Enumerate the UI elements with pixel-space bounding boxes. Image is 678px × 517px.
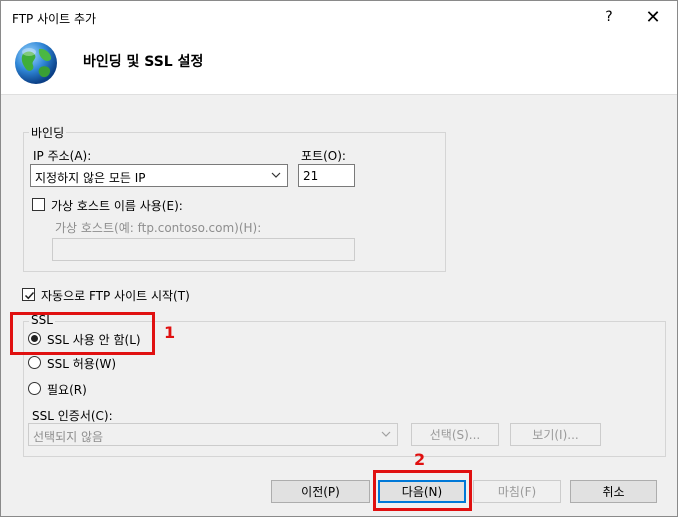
- ssl-select-button[interactable]: 선택(S)...: [411, 423, 499, 446]
- ssl-require-radio[interactable]: [28, 382, 41, 395]
- ssl-allow-radio[interactable]: [28, 356, 41, 369]
- auto-start-checkbox[interactable]: [22, 288, 35, 301]
- binding-group-label: 바인딩: [29, 124, 67, 141]
- virtual-host-field[interactable]: [52, 238, 355, 261]
- finish-button[interactable]: 마침(F): [473, 480, 561, 503]
- ssl-cert-label: SSL 인증서(C):: [32, 409, 113, 423]
- auto-start-label: 자동으로 FTP 사이트 시작(T): [41, 289, 190, 303]
- title-bar: FTP 사이트 추가 ? ✕: [1, 1, 677, 33]
- ip-address-value: 지정하지 않은 모든 IP: [35, 171, 146, 185]
- ssl-allow-label: SSL 허용(W): [47, 357, 117, 371]
- chevron-down-icon: [381, 431, 391, 437]
- dialog-window: FTP 사이트 추가 ? ✕ 바인딩 및 SSL 설정 바인딩 IP 주소(A)…: [0, 0, 678, 517]
- virtual-host-label: 가상 호스트(예: ftp.contoso.com)(H):: [55, 221, 262, 235]
- annotation-box-ssl-disable: [10, 312, 155, 355]
- port-label: 포트(O):: [301, 149, 346, 163]
- checkmark-icon: [24, 291, 35, 300]
- port-value: 21: [303, 169, 319, 183]
- cancel-button[interactable]: 취소: [570, 480, 657, 503]
- ssl-cert-dropdown[interactable]: 선택되지 않음: [28, 423, 398, 446]
- ssl-cert-value: 선택되지 않음: [33, 430, 104, 444]
- ip-address-dropdown[interactable]: 지정하지 않은 모든 IP: [30, 164, 288, 187]
- wizard-header: 바인딩 및 SSL 설정: [1, 33, 677, 95]
- help-button[interactable]: ?: [589, 3, 629, 31]
- ssl-require-label: 필요(R): [47, 383, 87, 397]
- annotation-number-2: 2: [414, 450, 426, 469]
- port-field[interactable]: 21: [298, 164, 355, 187]
- window-title: FTP 사이트 추가: [12, 12, 97, 26]
- prev-button[interactable]: 이전(P): [271, 480, 370, 503]
- chevron-down-icon: [271, 172, 281, 178]
- globe-icon: [15, 42, 57, 84]
- annotation-number-1: 1: [164, 323, 176, 342]
- ip-address-label: IP 주소(A):: [33, 149, 92, 163]
- page-title: 바인딩 및 SSL 설정: [83, 54, 204, 70]
- virtual-host-checkbox[interactable]: [32, 198, 45, 211]
- annotation-box-next: [373, 470, 472, 511]
- virtual-host-checkbox-label: 가상 호스트 이름 사용(E):: [51, 199, 183, 213]
- close-button[interactable]: ✕: [633, 3, 673, 31]
- ssl-view-button[interactable]: 보기(I)...: [510, 423, 601, 446]
